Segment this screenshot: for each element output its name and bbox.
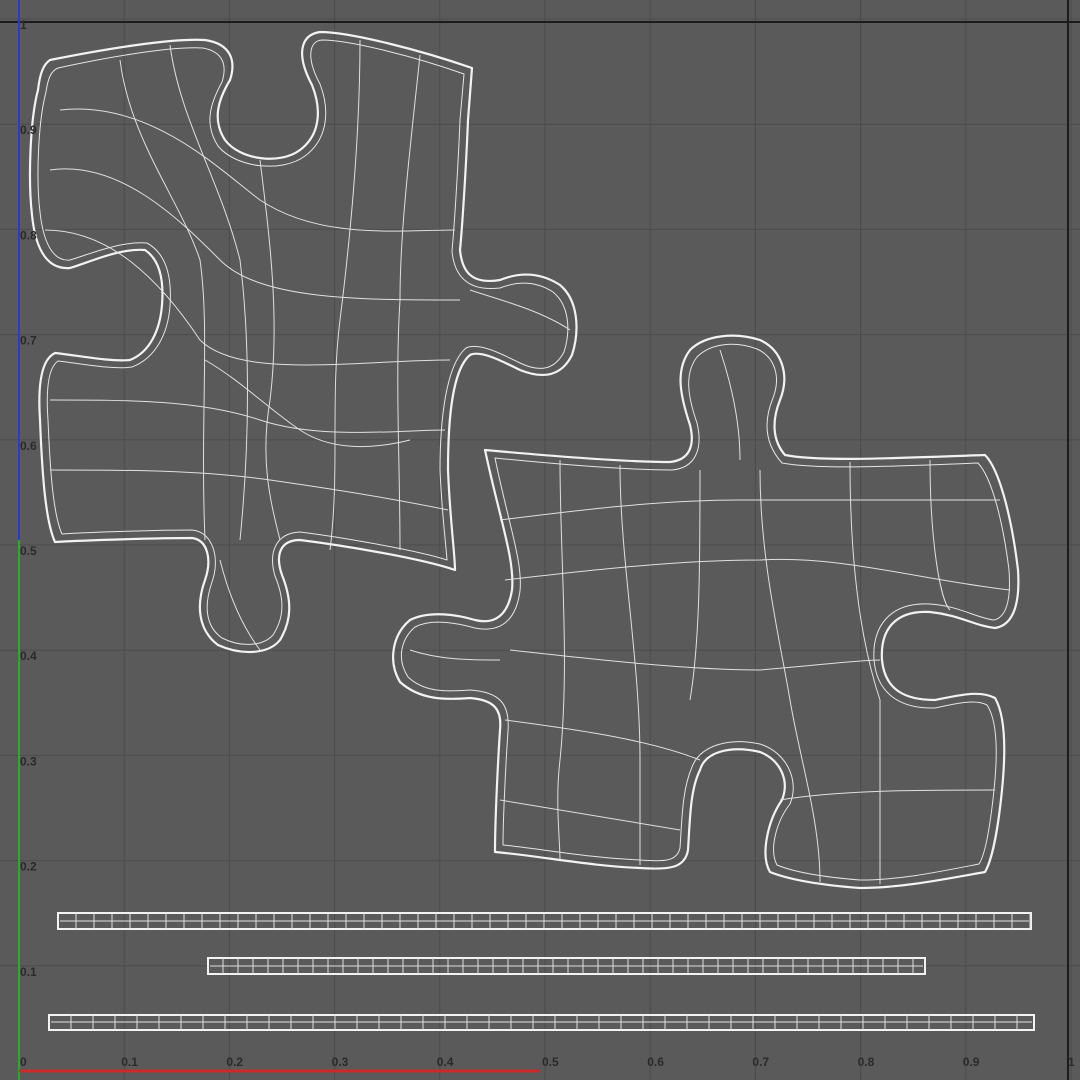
mesh-edge [689,469,701,701]
mesh-edge [397,54,421,551]
puzzle-piece-lower-right[interactable] [392,334,1020,890]
v-tick-label: 0.8 [20,228,37,242]
v-tick-label: 0.1 [20,965,37,979]
u-tick-label: 0.1 [121,1055,138,1069]
u-tick-label: 0.5 [542,1055,559,1069]
u-tick-label: 0 [20,1055,27,1069]
axis-tick-labels: 0 0.1 0.2 0.3 0.4 0.5 0.6 0.7 0.8 0.9 1 1 0.9 0.8 0.7 0… [20,18,1075,1069]
uv-canvas[interactable]: 0 0.1 0.2 0.3 0.4 0.5 0.6 0.7 0.8 0.9 1 1 0.9 0.8 0.7 0… [0,0,1080,1080]
mesh-edge [619,464,641,865]
mesh-edge [44,229,451,366]
mesh-edge [409,649,501,661]
mesh-edge [499,799,681,831]
u-tick-label: 0.7 [752,1055,769,1069]
edge-strip-bottom[interactable] [48,1014,1035,1031]
puzzle-piece-upper-left[interactable] [28,30,578,654]
v-tick-label: 0.2 [20,860,37,874]
uv-grid [0,0,1080,1080]
mesh-edge [469,289,571,331]
mesh-edge [779,789,996,801]
u-tick-label: 0.2 [226,1055,243,1069]
v-tick-label: 0.9 [20,123,37,137]
edge-strip-top[interactable] [57,912,1032,930]
edge-strip-middle[interactable] [207,957,926,975]
mesh-edge [499,499,1000,521]
u-tick-label: 0.6 [647,1055,664,1069]
v-tick-label: 0.3 [20,754,37,768]
mesh-edge [169,44,248,541]
v-tick-label: 1 [20,18,27,32]
mesh-edge [49,168,461,301]
u-tick-label: 0.3 [332,1055,349,1069]
mesh-edge [849,461,881,884]
mesh-edge [929,459,951,611]
v-tick-label: 0.5 [20,544,37,558]
u-tick-label: 0.4 [437,1055,454,1069]
mesh-edge [204,359,411,447]
u-tick-label: 0.8 [858,1055,875,1069]
v-tick-label: 0.7 [20,334,37,348]
mesh-edge [504,719,701,761]
uv-editor-viewport[interactable]: 0 0.1 0.2 0.3 0.4 0.5 0.6 0.7 0.8 0.9 1 1 0.9 0.8 0.7 0… [0,0,1080,1080]
mesh-edge [259,159,281,541]
u-tick-label: 0.9 [963,1055,980,1069]
mesh-edge [557,459,565,861]
mesh-edge [759,469,821,883]
mesh-edge [49,469,449,511]
u-tick-label: 1 [1068,1055,1075,1069]
v-tick-label: 0.4 [20,649,37,663]
mesh-edge [219,559,261,651]
mesh-edge [719,349,741,461]
v-tick-label: 0.6 [20,439,37,453]
mesh-edge [59,108,456,232]
mesh-edge [504,558,1011,591]
